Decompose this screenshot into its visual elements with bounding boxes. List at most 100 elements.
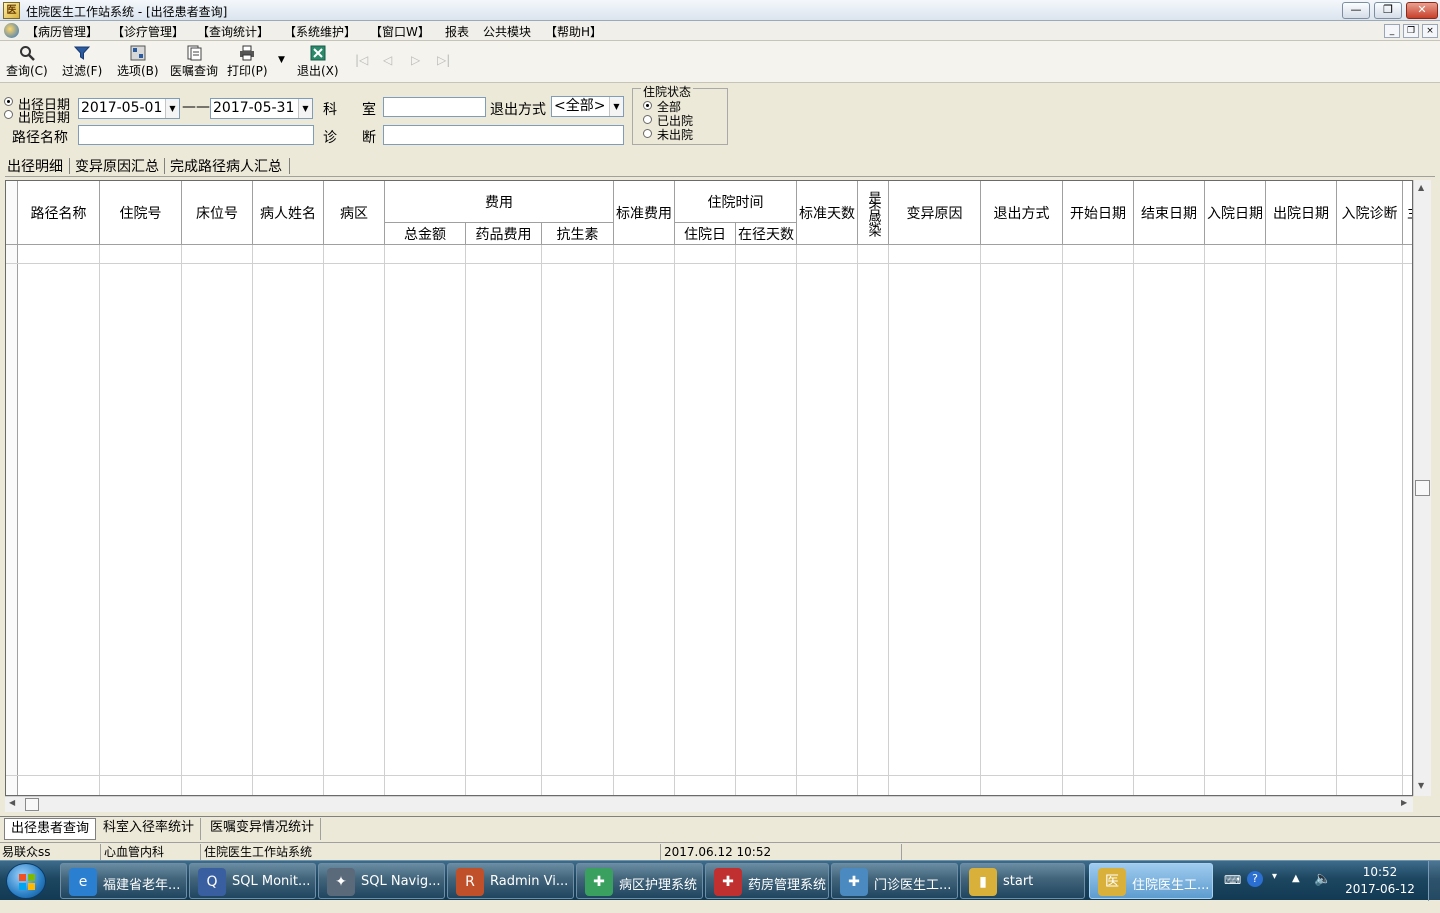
scroll-up-arrow-icon[interactable]: ▲ [1418,183,1424,192]
taskbar-item-nursing[interactable]: ✚ 病区护理系统 [576,863,703,899]
taskbar-item-sql-monitor[interactable]: Q SQL Monit... [189,863,316,899]
last-record-button[interactable]: ▷| [437,53,450,67]
volume-icon[interactable]: 🔈 [1314,871,1331,911]
radio-status-discharged[interactable] [643,115,652,124]
chevron-down-icon[interactable]: ▼ [298,99,312,118]
taskbar-item-inpatient[interactable]: 医 住院医生工... [1089,863,1213,899]
col-variation-reason[interactable]: 变异原因 [889,181,981,245]
order-query-button[interactable]: 医嘱查询 [170,45,218,79]
horizontal-scrollbar[interactable]: ◀ ▶ [5,796,1413,812]
col-ward[interactable]: 病区 [324,181,385,245]
col-cost-antibiotic[interactable]: 抗生素 [542,223,614,245]
row-indicator-column [6,245,18,795]
exit-button[interactable]: 退出(X) [297,45,339,79]
date-to-picker[interactable]: 2017-05-31 ▼ [210,98,313,119]
taskbar-item-start-folder[interactable]: ▮ start [960,863,1085,899]
scroll-left-arrow-icon[interactable]: ◀ [9,798,15,807]
filter-button[interactable]: 过滤(F) [62,45,102,79]
scroll-right-arrow-icon[interactable]: ▶ [1401,798,1407,807]
radmin-icon: R [456,868,484,896]
exit-mode-select[interactable]: <全部> ▼ [551,96,624,117]
col-path-days[interactable]: 在径天数 [736,223,797,245]
col-stay-days[interactable]: 住院日 [675,223,736,245]
menu-help[interactable]: 【帮助H】 [545,23,602,40]
taskbar-item-browser[interactable]: e 福建省老年... [60,863,187,899]
col-cost-drug[interactable]: 药品费用 [466,223,542,245]
help-icon[interactable]: ? [1247,871,1263,887]
radio-path-exit-date[interactable] [4,97,13,106]
taskbar-item-sql-navigator[interactable]: ✦ SQL Navig... [318,863,445,899]
print-dropdown-button[interactable]: ▼ [278,55,285,65]
app-icon: 医 [3,2,20,19]
diagnosis-input[interactable] [383,125,624,145]
col-infected[interactable]: 是否感染 [858,181,889,245]
col-start-date[interactable]: 开始日期 [1063,181,1134,245]
minimize-button[interactable]: — [1342,2,1370,19]
mdi-minimize-button[interactable]: _ [1384,24,1400,38]
radio-discharge-date[interactable] [4,110,13,119]
col-end-date[interactable]: 结束日期 [1134,181,1205,245]
menu-medical-records[interactable]: 【病历管理】 [26,23,98,40]
dept-input[interactable] [383,97,486,117]
col-inpatient-no[interactable]: 住院号 [100,181,182,245]
start-button[interactable] [6,863,46,899]
grid-col-line [1204,245,1205,795]
bottom-tab-dept-entry-rate[interactable]: 科室入径率统计 [97,818,202,840]
toolbar: 查询(C) 过滤(F) 选项(B) 医嘱查询 打印(P) ▼ 退出(X) |◁ … [0,41,1440,83]
query-button[interactable]: 查询(C) [6,45,48,79]
menu-query-stats[interactable]: 【查询统计】 [197,23,269,40]
col-path-name[interactable]: 路径名称 [18,181,100,245]
next-record-button[interactable]: ▷ [411,53,420,67]
prev-record-button[interactable]: ◁ [383,53,392,67]
menu-public-module[interactable]: 公共模块 [483,23,531,40]
mdi-restore-button[interactable]: ❐ [1403,24,1419,38]
scroll-thumb[interactable] [1415,480,1430,496]
menu-diagnosis[interactable]: 【诊疗管理】 [112,23,184,40]
path-name-input[interactable] [78,125,314,145]
show-desktop-button[interactable] [1428,861,1440,901]
clock-time[interactable]: 10:52 [1345,865,1415,879]
tab-completed-summary[interactable]: 完成路径病人汇总 [170,156,282,176]
col-patient-name[interactable]: 病人姓名 [253,181,324,245]
menu-reports[interactable]: 报表 [445,23,469,40]
dept-label-2: 室 [362,102,376,118]
bottom-tab-exit-query[interactable]: 出径患者查询 [4,818,97,840]
menu-system-maintenance[interactable]: 【系统维护】 [284,23,356,40]
hscroll-thumb[interactable] [25,798,39,811]
chevron-down-icon[interactable]: ▼ [609,97,623,116]
col-bed-no[interactable]: 床位号 [182,181,253,245]
col-more[interactable]: 主 [1403,181,1412,245]
data-grid[interactable]: 路径名称 住院号 床位号 病人姓名 病区 费用 总金额 药品费用 抗生素 标准费… [5,180,1413,796]
col-exit-mode[interactable]: 退出方式 [981,181,1063,245]
col-admit-diag[interactable]: 入院诊断 [1337,181,1403,245]
chevron-down-icon[interactable]: ▼ [165,99,179,118]
menu-window[interactable]: 【窗口W】 [370,23,430,40]
print-button[interactable]: 打印(P) [227,45,268,79]
col-discharge-date[interactable]: 出院日期 [1266,181,1337,245]
keyboard-icon[interactable]: ⌨ [1224,873,1241,913]
bottom-tab-order-variation[interactable]: 医嘱变异情况统计 [204,818,322,840]
scroll-down-arrow-icon[interactable]: ▼ [1418,781,1424,790]
col-std-days[interactable]: 标准天数 [797,181,858,245]
close-button[interactable]: ✕ [1406,2,1438,19]
show-hidden-icons-icon[interactable]: ▲ [1292,873,1300,913]
options-button[interactable]: 选项(B) [117,45,159,79]
mdi-close-button[interactable]: × [1422,24,1438,38]
tray-arrow-icon[interactable]: ▾ [1272,871,1277,911]
radio-status-not-discharged[interactable] [643,129,652,138]
tab-exit-detail[interactable]: 出径明细 [7,156,63,176]
tab-variation-summary[interactable]: 变异原因汇总 [75,156,159,176]
taskbar-item-pharmacy[interactable]: ✚ 药房管理系统 [705,863,829,899]
col-cost-total[interactable]: 总金额 [385,223,466,245]
date-from-picker[interactable]: 2017-05-01 ▼ [78,98,180,119]
grid-col-line [541,245,542,795]
first-record-button[interactable]: |◁ [355,53,368,67]
taskbar-item-radmin[interactable]: R Radmin Vi... [447,863,574,899]
vertical-scrollbar[interactable]: ▲ ▼ [1413,180,1431,796]
col-admit-date[interactable]: 入院日期 [1205,181,1266,245]
restore-button[interactable]: ❐ [1374,2,1402,19]
radio-status-all[interactable] [643,101,652,110]
col-std-cost[interactable]: 标准费用 [614,181,675,245]
taskbar-item-outpatient[interactable]: ✚ 门诊医生工... [831,863,958,899]
clock-date[interactable]: 2017-06-12 [1340,882,1420,896]
